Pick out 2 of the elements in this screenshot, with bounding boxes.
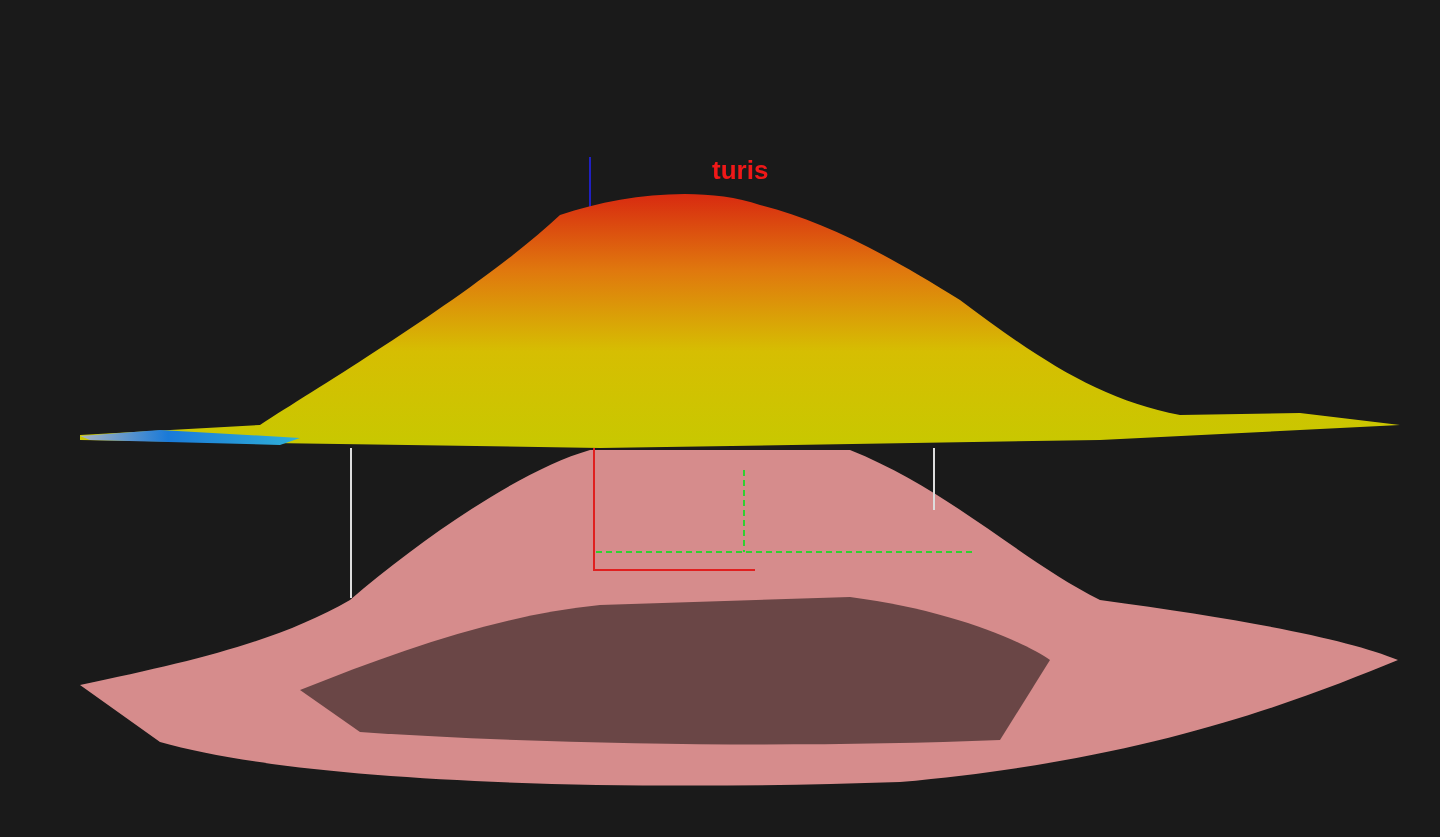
volume-label: turis xyxy=(712,155,769,185)
support-line xyxy=(933,447,935,511)
